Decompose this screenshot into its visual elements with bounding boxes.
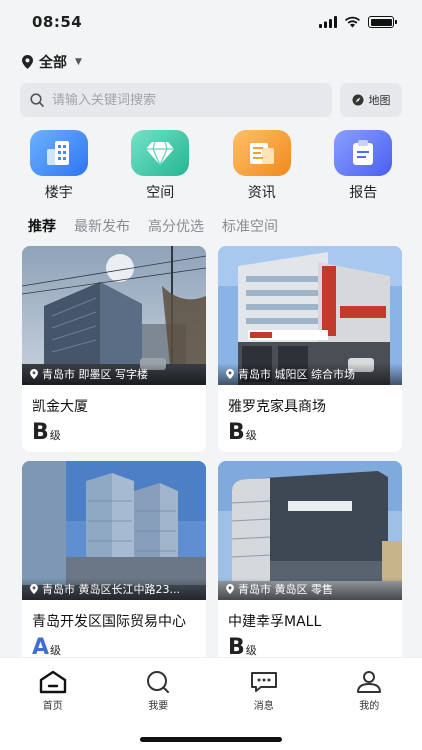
location-tag-text: 青岛市 即墨区 写字楼	[42, 368, 148, 381]
location-tag: 青岛市 黄岛区 零售	[218, 578, 402, 600]
location-pin-icon	[226, 584, 234, 594]
filter-tabs: 推荐 最新发布 高分优选 标准空间	[28, 216, 278, 236]
category-label: 楼宇	[44, 185, 73, 201]
signal-icon	[319, 16, 337, 28]
listing-title: 中建幸孚MALL	[228, 614, 322, 630]
grade-suffix: 级	[245, 644, 257, 657]
location-pin-icon	[226, 369, 234, 379]
map-button[interactable]: 地图	[340, 83, 402, 117]
nav-home[interactable]: 首页	[13, 670, 93, 712]
report-icon	[334, 130, 393, 176]
category-row: 楼宇 空间 资讯 报告	[0, 130, 422, 202]
grade-letter: B	[228, 635, 245, 660]
listing-card[interactable]: 青岛市 黄岛区长江中路23... 青岛开发区国际贸易中心 A 级	[22, 461, 206, 667]
message-icon	[250, 672, 277, 692]
home-indicator	[140, 737, 282, 742]
category-label: 资讯	[247, 185, 276, 201]
nav-want[interactable]: 我要	[118, 670, 198, 712]
tab-recommended[interactable]: 推荐	[28, 216, 56, 236]
grade-suffix: 级	[50, 644, 62, 657]
building-photo: 青岛市 即墨区 写字楼	[22, 246, 206, 385]
category-building[interactable]: 楼宇	[19, 130, 99, 202]
map-label: 地图	[368, 94, 391, 107]
listing-card[interactable]: 青岛市 黄岛区 零售 中建幸孚MALL B 级	[218, 461, 402, 667]
compass-icon	[352, 94, 363, 106]
location-pin-icon	[30, 369, 38, 379]
tab-top-rated[interactable]: 高分优选	[148, 216, 204, 236]
grade-suffix: 级	[245, 429, 257, 442]
battery-level	[370, 18, 392, 26]
listing-card[interactable]: 青岛市 城阳区 综合市场 雅罗克家具商场 B 级	[218, 246, 402, 452]
building-icon	[29, 130, 88, 176]
search-bar[interactable]	[20, 83, 332, 117]
building-photo: 青岛市 黄岛区 零售	[218, 461, 402, 600]
location-tag-text: 青岛市 城阳区 综合市场	[238, 368, 355, 381]
category-report[interactable]: 报告	[323, 130, 403, 202]
listing-title: 青岛开发区国际贸易中心	[32, 614, 186, 630]
location-tag-text: 青岛市 黄岛区 零售	[238, 583, 333, 596]
search-icon	[147, 671, 170, 693]
bottom-nav: 首页 我要 消息 我的	[0, 657, 422, 750]
nav-label: 我要	[148, 701, 169, 712]
nav-label: 消息	[253, 701, 274, 712]
category-news[interactable]: 资讯	[222, 130, 302, 202]
grade-letter: B	[32, 420, 49, 445]
listing-title: 雅罗克家具商场	[228, 399, 326, 415]
profile-icon	[357, 671, 382, 693]
location-tag: 青岛市 即墨区 写字楼	[22, 363, 206, 385]
battery-icon	[368, 16, 397, 28]
grade-badge: A 级	[22, 631, 206, 659]
status-time: 08:54	[32, 13, 83, 31]
chevron-down-icon: ▼	[75, 57, 82, 67]
category-space[interactable]: 空间	[120, 130, 200, 202]
grade-badge: B 级	[22, 416, 206, 444]
building-photo: 青岛市 黄岛区长江中路23...	[22, 461, 206, 600]
tab-standard-space[interactable]: 标准空间	[222, 216, 278, 236]
nav-label: 我的	[359, 701, 380, 712]
status-bar: 08:54	[0, 0, 422, 44]
tab-latest[interactable]: 最新发布	[74, 216, 130, 236]
grade-badge: B 级	[218, 416, 402, 444]
listing-title: 凯金大厦	[32, 399, 88, 415]
nav-messages[interactable]: 消息	[224, 670, 304, 712]
grade-letter: A	[32, 635, 50, 660]
location-tag-text: 青岛市 黄岛区长江中路23...	[42, 583, 180, 596]
grade-badge: B 级	[218, 631, 402, 659]
location-selector[interactable]: 全部 ▼	[22, 52, 82, 72]
category-label: 报告	[349, 185, 378, 201]
building-photo: 青岛市 城阳区 综合市场	[218, 246, 402, 385]
location-pin-icon	[22, 55, 33, 69]
status-icons	[319, 16, 397, 28]
location-pin-icon	[30, 584, 38, 594]
search-icon	[30, 93, 44, 107]
grade-letter: B	[228, 420, 245, 445]
listing-grid: 青岛市 即墨区 写字楼 凯金大厦 B 级 青岛市 城阳区 综合市场 雅罗克家具商…	[22, 246, 402, 667]
nav-label: 首页	[42, 701, 63, 712]
listing-card[interactable]: 青岛市 即墨区 写字楼 凯金大厦 B 级	[22, 246, 206, 452]
news-icon	[232, 130, 291, 176]
home-icon	[39, 670, 66, 694]
search-input[interactable]	[52, 92, 312, 108]
diamond-icon	[131, 130, 190, 176]
location-tag: 青岛市 城阳区 综合市场	[218, 363, 402, 385]
grade-suffix: 级	[49, 429, 61, 442]
location-label: 全部	[39, 55, 67, 71]
nav-profile[interactable]: 我的	[329, 670, 409, 712]
category-label: 空间	[146, 185, 175, 201]
wifi-icon	[345, 16, 360, 28]
location-tag: 青岛市 黄岛区长江中路23...	[22, 578, 206, 600]
